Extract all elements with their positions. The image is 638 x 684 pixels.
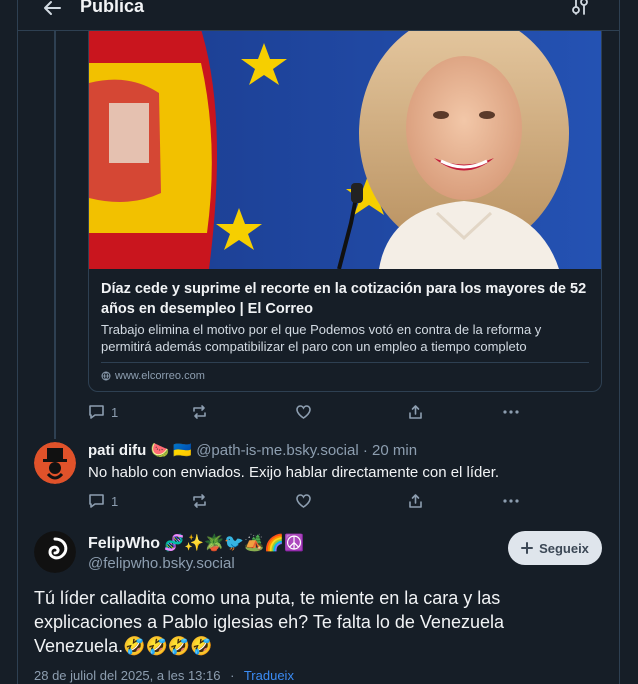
author-handle[interactable]: @path-is-me.bsky.social [196,442,359,459]
link-preview-domain: www.elcorreo.com [101,370,205,382]
page-header: Publica [18,0,619,31]
repost-button[interactable] [191,401,208,423]
avatar[interactable] [34,442,76,484]
link-preview-domain-text: www.elcorreo.com [115,370,205,382]
parent-post-actions: 1 [88,401,528,423]
repost-button[interactable] [191,490,208,512]
share-button[interactable] [407,490,424,512]
share-button[interactable] [407,401,424,423]
arrow-left-icon [44,1,61,15]
heart-icon [296,494,311,508]
follow-button[interactable]: Segueix [508,531,602,565]
more-options-button[interactable] [502,401,520,423]
link-preview-description: Trabajo elimina el motivo por el que Pod… [101,322,542,354]
reply-count: 1 [111,404,119,420]
share-icon [409,405,422,419]
globe-icon [101,371,111,381]
like-button[interactable] [295,490,312,512]
link-preview-divider [101,362,589,363]
page-title: Publica [80,0,145,16]
link-preview-title: Díaz cede y suprime el recorte en la cot… [101,281,587,317]
ellipsis-icon [503,499,519,503]
share-icon [409,494,422,508]
thread-settings-button[interactable] [569,0,591,18]
like-button[interactable] [295,401,312,423]
main-post-text: Tú líder calladita como una puta, te mie… [34,588,504,656]
translate-link[interactable]: Tradueix [244,668,294,683]
more-options-button[interactable] [502,490,520,512]
speech-bubble-icon [89,405,104,419]
plus-icon [521,542,534,554]
reply-post-text: No hablo con enviados. Exijo hablar dire… [88,464,500,481]
repost-icon [193,494,206,508]
reply-post-header: pati difu 🍉 🇺🇦 @path-is-me.bsky.social ·… [88,441,417,459]
author-display-name[interactable]: FelipWho 🧬✨🪴🐦🏕️🌈☮️ [88,533,304,553]
separator-dot: · [230,668,235,683]
author-display-name[interactable]: pati difu 🍉 🇺🇦 [88,442,192,459]
link-preview-image [89,23,601,269]
heart-icon [296,405,311,419]
reply-button[interactable]: 1 [88,490,118,512]
post-timestamp-row: 28 de juliol del 2025, a les 13:16 · Tra… [34,668,294,683]
thread-line [54,31,56,439]
avatar[interactable] [34,531,76,573]
reply-post-actions: 1 [88,490,528,512]
reply-count: 1 [111,493,119,509]
author-handle[interactable]: @felipwho.bsky.social [88,555,235,572]
repost-icon [193,405,206,419]
follow-button-label: Segueix [539,540,589,556]
post-time[interactable]: · 20 min [363,442,417,459]
speech-bubble-icon [89,494,104,508]
sliders-icon [572,0,588,15]
post-date: 28 de juliol del 2025, a les 13:16 [34,668,221,683]
ellipsis-icon [503,410,519,414]
back-button[interactable] [38,0,66,22]
link-preview-card[interactable]: Díaz cede y suprime el recorte en la cot… [88,22,602,392]
reply-button[interactable]: 1 [88,401,118,423]
